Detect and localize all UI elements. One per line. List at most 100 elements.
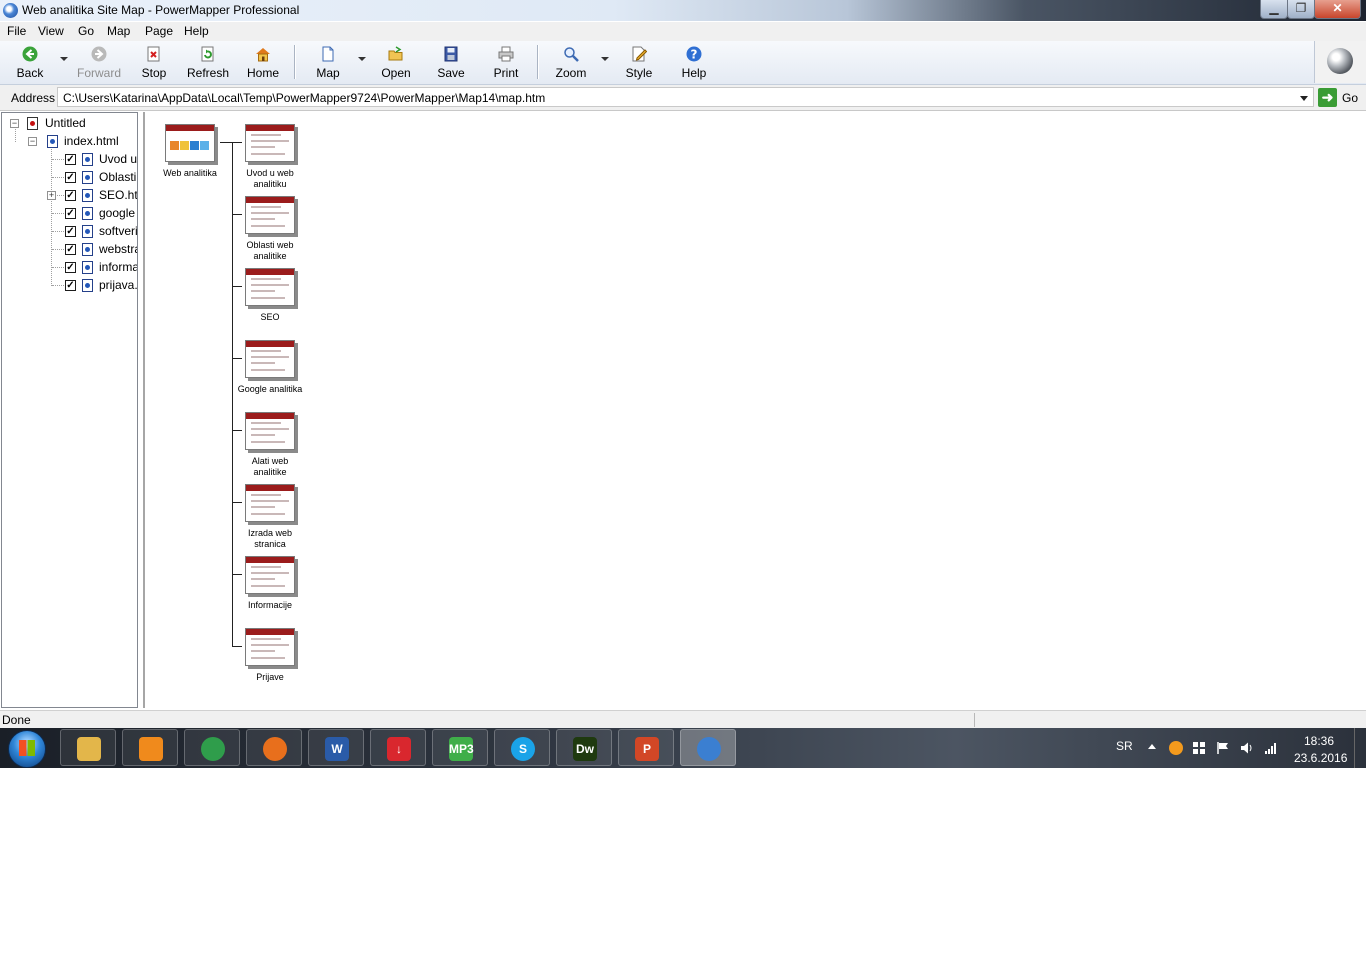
map-node-page[interactable]: Prijave <box>235 628 305 683</box>
home-label: Home <box>246 66 279 80</box>
site-map-canvas[interactable]: Web analitika Uvod u web analitiku Oblasti… <box>143 112 1366 708</box>
tree-expand-icon[interactable]: + <box>47 191 56 200</box>
page-checkbox[interactable]: ✓ <box>65 154 76 165</box>
map-dropdown-arrow[interactable] <box>358 57 366 61</box>
menu-help[interactable]: Help <box>184 24 209 38</box>
zoom-button[interactable]: Zoom <box>546 44 596 82</box>
menu-go[interactable]: Go <box>78 24 94 38</box>
save-button[interactable]: Save <box>426 44 476 82</box>
style-button[interactable]: Style <box>614 44 664 82</box>
map-node-page[interactable]: Alati web analitike <box>235 412 305 478</box>
tree-row-page[interactable]: ✓ softveri <box>2 223 137 240</box>
close-button[interactable]: ✕ <box>1314 0 1361 19</box>
tray-expand-icon[interactable] <box>1148 744 1156 749</box>
taskbar-app-button[interactable] <box>246 729 302 766</box>
zoom-dropdown-arrow[interactable] <box>601 57 609 61</box>
network-signal-icon[interactable] <box>1264 741 1278 755</box>
open-label: Open <box>381 66 411 80</box>
taskbar-app-button[interactable] <box>122 729 178 766</box>
address-label: Address <box>11 91 56 105</box>
page-checkbox[interactable]: ✓ <box>65 280 76 291</box>
taskbar-app-button[interactable] <box>184 729 240 766</box>
taskbar-app-button[interactable] <box>680 729 736 766</box>
tree-row-page[interactable]: ✓ informa <box>2 259 137 276</box>
taskbar-app-button[interactable]: Dw <box>556 729 612 766</box>
style-label: Style <box>625 66 653 80</box>
taskbar-app-button[interactable]: S <box>494 729 550 766</box>
stop-button[interactable]: Stop <box>129 44 179 82</box>
taskbar-app-button[interactable]: MP3 <box>432 729 488 766</box>
show-desktop-button[interactable] <box>1354 728 1366 768</box>
go-button[interactable]: ➜ Go <box>1318 88 1364 108</box>
back-dropdown-arrow[interactable] <box>60 57 68 61</box>
tree-collapse-icon[interactable]: − <box>28 137 37 146</box>
back-button[interactable]: Back <box>5 44 55 82</box>
page-checkbox[interactable]: ✓ <box>65 262 76 273</box>
thumbnail-text-line <box>251 146 275 148</box>
thumbnail-text-line <box>251 218 275 220</box>
map-node-page[interactable]: Informacije <box>235 556 305 611</box>
tree-row-root[interactable]: − Untitled <box>2 115 137 132</box>
taskbar-app-button[interactable]: W <box>308 729 364 766</box>
thumbnail-text-line <box>251 153 285 155</box>
action-center-flag-icon[interactable] <box>1216 741 1230 755</box>
tree-row-page[interactable]: ✓ google <box>2 205 137 222</box>
windows-tray-icon[interactable] <box>1192 741 1206 755</box>
tree-row-page[interactable]: ✓ prijava. <box>2 277 137 294</box>
clock-time[interactable]: 18:36 <box>1304 734 1334 748</box>
tree-page-label: Oblasti <box>99 170 137 184</box>
powermapper-app-icon[interactable] <box>3 3 18 18</box>
menu-view[interactable]: View <box>38 24 64 38</box>
taskbar-app-button[interactable] <box>60 729 116 766</box>
refresh-button[interactable]: Refresh <box>183 44 233 82</box>
help-button[interactable]: ? Help <box>669 44 719 82</box>
clock-date[interactable]: 23.6.2016 <box>1294 751 1347 765</box>
page-checkbox[interactable]: ✓ <box>65 244 76 255</box>
thumbnail-header <box>246 557 294 563</box>
thumbnail-text-line <box>251 500 289 502</box>
start-button[interactable] <box>8 730 46 768</box>
map-node-page[interactable]: Google analitika <box>235 340 305 395</box>
tree-row-page[interactable]: + ✓ SEO.htr <box>2 187 137 204</box>
page-checkbox[interactable]: ✓ <box>65 190 76 201</box>
menu-page[interactable]: Page <box>145 24 173 38</box>
page-checkbox[interactable]: ✓ <box>65 172 76 183</box>
tree-collapse-icon[interactable]: − <box>10 119 19 128</box>
home-button[interactable]: Home <box>238 44 288 82</box>
map-node-page[interactable]: SEO <box>235 268 305 323</box>
open-button[interactable]: Open <box>371 44 421 82</box>
address-value[interactable]: C:\Users\Katarina\AppData\Local\Temp\Pow… <box>63 91 545 105</box>
volume-icon[interactable] <box>1240 741 1254 755</box>
language-indicator[interactable]: SR <box>1116 739 1133 753</box>
address-dropdown-arrow[interactable] <box>1300 96 1308 101</box>
tree-row-index[interactable]: − index.html <box>2 133 137 150</box>
thumbnail-header <box>246 341 294 347</box>
page-checkbox[interactable]: ✓ <box>65 226 76 237</box>
tree-line <box>52 285 64 286</box>
tree-row-page[interactable]: ✓ Uvod u <box>2 151 137 168</box>
minimize-button[interactable]: ▁ <box>1260 0 1288 19</box>
maximize-button[interactable]: ❐ <box>1287 0 1315 19</box>
avast-tray-icon[interactable] <box>1169 741 1183 755</box>
taskbar-app-button[interactable]: P <box>618 729 674 766</box>
tree-index-label: index.html <box>64 134 119 148</box>
powermapper-icon <box>697 737 721 761</box>
download-icon: ↓ <box>387 737 411 761</box>
tree-row-page[interactable]: ✓ Oblasti <box>2 169 137 186</box>
tree-row-page[interactable]: ✓ webstra <box>2 241 137 258</box>
menu-file[interactable]: File <box>7 24 26 38</box>
taskbar-app-button[interactable]: ↓ <box>370 729 426 766</box>
menu-map[interactable]: Map <box>107 24 130 38</box>
page-icon <box>82 279 93 292</box>
address-input[interactable]: C:\Users\Katarina\AppData\Local\Temp\Pow… <box>57 87 1314 107</box>
site-tree[interactable]: − Untitled − index.html ✓ Uvod u ✓ Oblasti + ✓ SEO… <box>1 112 138 708</box>
tree-line <box>52 159 64 160</box>
map-button[interactable]: Map <box>303 44 353 82</box>
page-checkbox[interactable]: ✓ <box>65 208 76 219</box>
forward-button[interactable]: Forward <box>74 44 124 82</box>
print-button[interactable]: Print <box>481 44 531 82</box>
map-node-page[interactable]: Uvod u web analitiku <box>235 124 305 190</box>
map-node-page[interactable]: Oblasti web analitike <box>235 196 305 262</box>
map-node-page[interactable]: Izrada web stranica <box>235 484 305 550</box>
map-node-root[interactable]: Web analitika <box>155 124 225 179</box>
